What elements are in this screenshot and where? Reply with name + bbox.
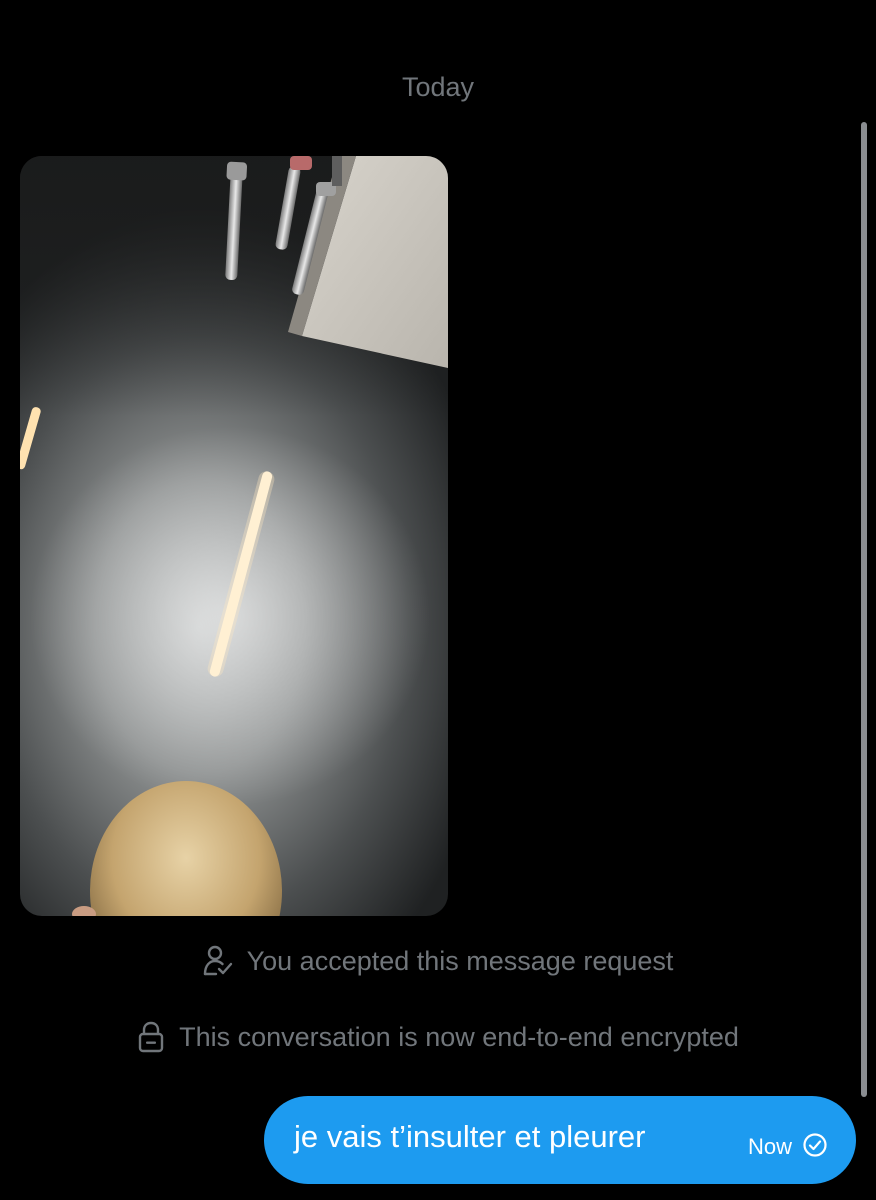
system-note-accepted-text: You accepted this message request xyxy=(246,945,674,976)
message-text: je vais t’insulter et pleurer xyxy=(294,1119,646,1154)
user-check-icon xyxy=(203,944,233,978)
message-time: Now xyxy=(747,1134,792,1159)
message-meta: Now xyxy=(748,1132,828,1163)
outgoing-message-bubble[interactable]: je vais t’insulter et pleurer Now xyxy=(264,1096,856,1184)
day-separator: Today xyxy=(401,72,475,102)
sent-check-icon xyxy=(802,1132,828,1163)
system-note-encrypted: This conversation is now end-to-end encr… xyxy=(0,1020,876,1054)
system-note-accepted: You accepted this message request xyxy=(0,944,876,978)
lock-icon xyxy=(137,1020,165,1054)
media-message-photo[interactable] xyxy=(20,156,448,916)
system-note-encrypted-text: This conversation is now end-to-end encr… xyxy=(179,1021,739,1052)
photo-image xyxy=(20,156,448,916)
